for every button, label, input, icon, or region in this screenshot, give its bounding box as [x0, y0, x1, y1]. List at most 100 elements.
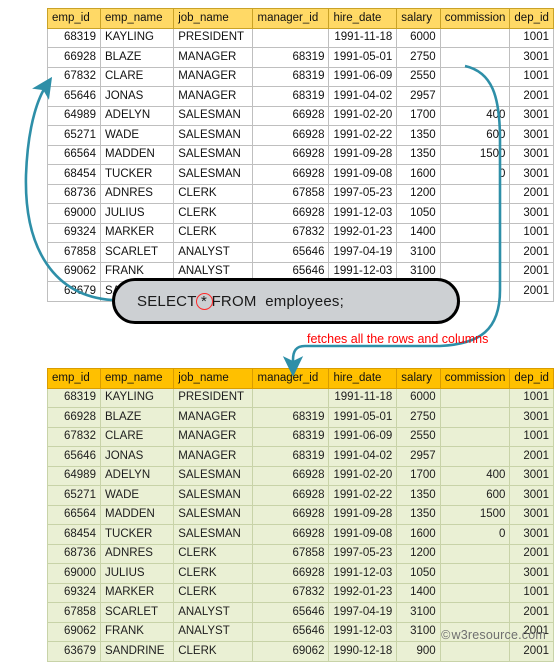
sql-query-text: SELECT * FROM employees; [115, 292, 344, 310]
cell-job_name: ANALYST [173, 242, 254, 263]
cell-commission: 600 [439, 125, 511, 146]
cell-emp_name: BLAZE [99, 47, 175, 68]
cell-emp_id: 66928 [47, 407, 101, 428]
cell-hire_date: 1991-05-01 [328, 47, 398, 68]
cell-salary: 6000 [396, 387, 441, 408]
cell-commission [439, 86, 511, 107]
sql-query-box[interactable]: SELECT * FROM employees; [112, 278, 460, 324]
cell-dep_id: 3001 [509, 485, 554, 506]
cell-emp_name: ADELYN [99, 105, 175, 126]
cell-emp_id: 65271 [47, 125, 101, 146]
table-top-head: emp_id emp_name job_name manager_id hire_dat… [47, 8, 554, 29]
cell-emp_id: 69324 [47, 582, 101, 603]
column-header-commission: commission [439, 8, 511, 29]
cell-salary: 2550 [396, 426, 441, 447]
column-header-dep_id: dep_id [509, 368, 554, 389]
cell-salary: 3100 [396, 242, 441, 263]
cell-emp_name: TUCKER [99, 524, 175, 545]
cell-manager_id: 68319 [252, 446, 330, 467]
cell-job_name: CLERK [173, 183, 254, 204]
cell-hire_date: 1991-02-20 [328, 105, 398, 126]
cell-hire_date: 1997-04-19 [328, 242, 398, 263]
cell-job_name: SALESMAN [173, 105, 254, 126]
cell-salary: 1350 [396, 485, 441, 506]
cell-manager_id: 65646 [252, 621, 330, 642]
cell-salary: 2750 [396, 47, 441, 68]
cell-dep_id: 2001 [509, 183, 554, 204]
cell-hire_date: 1991-09-08 [328, 524, 398, 545]
cell-emp_id: 68319 [47, 27, 101, 48]
cell-salary: 1600 [396, 524, 441, 545]
cell-emp_id: 63679 [47, 281, 101, 302]
cell-manager_id: 66928 [252, 524, 330, 545]
cell-commission [439, 641, 511, 662]
cell-manager_id: 68319 [252, 426, 330, 447]
cell-hire_date: 1991-09-28 [328, 504, 398, 525]
cell-commission: 0 [439, 524, 511, 545]
cell-manager_id: 69062 [252, 641, 330, 662]
cell-manager_id: 66928 [252, 144, 330, 165]
cell-emp_id: 65646 [47, 86, 101, 107]
column-header-emp_id: emp_id [47, 368, 101, 389]
cell-dep_id: 1001 [509, 387, 554, 408]
cell-job_name: CLERK [173, 582, 254, 603]
cell-emp_name: MARKER [99, 222, 175, 243]
cell-manager_id: 67858 [252, 183, 330, 204]
cell-emp_name: JONAS [99, 86, 175, 107]
cell-emp_id: 66928 [47, 47, 101, 68]
cell-emp_name: SCARLET [99, 242, 175, 263]
table-row: 67832 CLARE MANAGER 68319 1991-06-09 2550 1001 [47, 426, 554, 447]
cell-dep_id: 3001 [509, 105, 554, 126]
watermark: ©w3resource.com [441, 628, 546, 642]
column-header-manager_id: manager_id [252, 8, 330, 29]
cell-emp_id: 67858 [47, 602, 101, 623]
cell-job_name: SALESMAN [173, 504, 254, 525]
cell-commission [439, 582, 511, 603]
cell-manager_id [252, 27, 330, 48]
cell-commission [439, 602, 511, 623]
cell-dep_id: 3001 [509, 524, 554, 545]
cell-commission [439, 66, 511, 87]
column-header-dep_id: dep_id [509, 8, 554, 29]
table-bottom-head: emp_id emp_name job_name manager_id hire_dat… [47, 368, 554, 389]
table-row: 65646 JONAS MANAGER 68319 1991-04-02 2957 2001 [47, 446, 554, 467]
column-header-salary: salary [396, 368, 441, 389]
cell-dep_id: 3001 [509, 164, 554, 185]
table-row: 65271 WADE SALESMAN 66928 1991-02-22 1350 600 3… [47, 485, 554, 506]
cell-salary: 1050 [396, 203, 441, 224]
cell-emp_id: 64989 [47, 465, 101, 486]
cell-hire_date: 1992-01-23 [328, 582, 398, 603]
cell-salary: 2957 [396, 446, 441, 467]
cell-emp_id: 69324 [47, 222, 101, 243]
cell-commission [439, 387, 511, 408]
column-header-emp_id: emp_id [47, 8, 101, 29]
cell-commission [439, 242, 511, 263]
cell-job_name: CLERK [173, 543, 254, 564]
cell-salary: 2957 [396, 86, 441, 107]
cell-commission: 400 [439, 105, 511, 126]
cell-dep_id: 1001 [509, 426, 554, 447]
cell-commission: 0 [439, 164, 511, 185]
cell-salary: 3100 [396, 621, 441, 642]
cell-commission [439, 543, 511, 564]
cell-hire_date: 1991-12-03 [328, 203, 398, 224]
cell-salary: 1200 [396, 543, 441, 564]
cell-hire_date: 1991-02-20 [328, 465, 398, 486]
cell-emp_id: 67832 [47, 66, 101, 87]
cell-manager_id: 66928 [252, 504, 330, 525]
cell-commission: 1500 [439, 144, 511, 165]
table-header-row: emp_id emp_name job_name manager_id hire_dat… [47, 8, 554, 29]
cell-salary: 900 [396, 641, 441, 662]
cell-dep_id: 3001 [509, 125, 554, 146]
cell-commission [439, 27, 511, 48]
cell-salary: 1700 [396, 465, 441, 486]
cell-hire_date: 1991-02-22 [328, 125, 398, 146]
column-header-hire_date: hire_date [328, 8, 398, 29]
column-header-commission: commission [439, 368, 511, 389]
cell-hire_date: 1991-04-02 [328, 446, 398, 467]
cell-emp_id: 63679 [47, 641, 101, 662]
cell-manager_id: 66928 [252, 125, 330, 146]
watermark-text: w3resource.com [451, 628, 546, 642]
cell-commission [439, 203, 511, 224]
table-row: 64989 ADELYN SALESMAN 66928 1991-02-20 1700 40… [47, 465, 554, 486]
